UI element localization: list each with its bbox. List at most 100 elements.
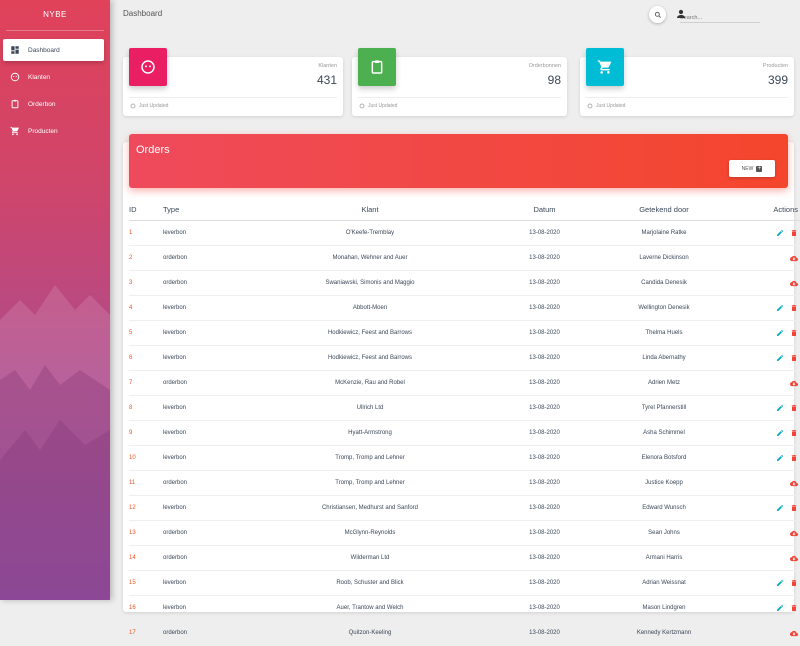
table-row[interactable]: 5 leverbon Hodkiewicz, Feest and Barrows 13…: [129, 320, 800, 346]
cell-id: 16: [129, 595, 162, 621]
download-icon[interactable]: [790, 379, 798, 387]
cell-klant: Christiansen, Medhurst and Sanford: [234, 495, 506, 521]
cell-datum: 13-08-2020: [506, 570, 583, 596]
stat-value: 98: [547, 73, 561, 87]
cell-actions: [745, 595, 800, 621]
delete-icon[interactable]: [790, 329, 798, 337]
delete-icon[interactable]: [790, 579, 798, 587]
delete-icon[interactable]: [790, 429, 798, 437]
table-row[interactable]: 6 leverbon Hodkiewicz, Feest and Barrows 13…: [129, 345, 800, 371]
cell-klant: McKenzie, Rau and Robel: [234, 370, 506, 396]
search-button[interactable]: [649, 6, 666, 23]
table-row[interactable]: 15 leverbon Roob, Schuster and Blick 13-08-…: [129, 570, 800, 596]
actions-group: [746, 454, 798, 462]
column-header-klant[interactable]: Klant: [234, 199, 506, 221]
cell-klant: Hyatt-Armstrong: [234, 420, 506, 446]
cell-actions: [745, 220, 800, 246]
cell-datum: 13-08-2020: [506, 370, 583, 396]
delete-icon[interactable]: [790, 454, 798, 462]
cell-getekend-door: Wellington Denesik: [583, 295, 745, 321]
table-row[interactable]: 8 leverbon Ullrich Ltd 13-08-2020 Tyrel Pfan…: [129, 395, 800, 421]
cell-klant: Auer, Trantow and Welch: [234, 595, 506, 621]
actions-group: [746, 279, 798, 287]
edit-icon[interactable]: [776, 504, 784, 512]
download-icon[interactable]: [790, 254, 798, 262]
table-row[interactable]: 11 orderbon Tromp, Tromp and Lehner 13-08-2…: [129, 470, 800, 496]
edit-icon[interactable]: [776, 229, 784, 237]
table-row[interactable]: 13 orderbon McGlynn-Reynolds 13-08-2020 Sean…: [129, 520, 800, 546]
cell-type: orderbon: [162, 270, 234, 296]
table-row[interactable]: 12 leverbon Christiansen, Medhurst and San…: [129, 495, 800, 521]
cell-datum: 13-08-2020: [506, 520, 583, 546]
table-row[interactable]: 4 leverbon Abbott-Moen 13-08-2020 Wellington…: [129, 295, 800, 321]
download-icon[interactable]: [790, 279, 798, 287]
table-row[interactable]: 17 orderbon Quitzon-Keeling 13-08-2020 Kenne…: [129, 620, 800, 646]
table-row[interactable]: 7 orderbon McKenzie, Rau and Robel 13-08-20…: [129, 370, 800, 396]
edit-icon[interactable]: [776, 429, 784, 437]
download-icon[interactable]: [790, 479, 798, 487]
download-icon[interactable]: [790, 629, 798, 637]
column-header-actions: Actions: [745, 199, 800, 221]
table-row[interactable]: 16 leverbon Auer, Trantow and Welch 13-08-2…: [129, 595, 800, 621]
cell-klant: Ullrich Ltd: [234, 395, 506, 421]
table-row[interactable]: 2 orderbon Monahan, Wehner and Auer 13-08-2…: [129, 245, 800, 271]
delete-icon[interactable]: [790, 504, 798, 512]
table-row[interactable]: 10 leverbon Tromp, Tromp and Lehner 13-08-2…: [129, 445, 800, 471]
edit-icon[interactable]: [776, 304, 784, 312]
cell-getekend-door: Laverne Dickinson: [583, 245, 745, 271]
cell-type: orderbon: [162, 545, 234, 571]
search-field[interactable]: [680, 6, 760, 23]
edit-icon[interactable]: [776, 404, 784, 412]
download-icon[interactable]: [790, 529, 798, 537]
cell-getekend-door: Linda Abernathy: [583, 345, 745, 371]
table-row[interactable]: 14 orderbon Wilderman Ltd 13-08-2020 Armani …: [129, 545, 800, 571]
cell-id: 9: [129, 420, 162, 446]
column-header-type[interactable]: Type: [162, 199, 234, 221]
column-header-datum[interactable]: Datum: [506, 199, 583, 221]
cell-klant: O'Keefe-Tremblay: [234, 220, 506, 246]
sidebar-item-klanten[interactable]: Klanten: [3, 66, 104, 88]
edit-icon[interactable]: [776, 604, 784, 612]
user-icon[interactable]: [675, 8, 687, 20]
delete-icon[interactable]: [790, 229, 798, 237]
cell-type: leverbon: [162, 445, 234, 471]
new-button-label: NEW: [741, 165, 754, 172]
cell-id: 11: [129, 470, 162, 496]
column-header-id[interactable]: ID: [129, 199, 162, 221]
table-row[interactable]: 9 leverbon Hyatt-Armstrong 13-08-2020 Asha S…: [129, 420, 800, 446]
table-row[interactable]: 3 orderbon Swaniawski, Simonis and Maggio 1…: [129, 270, 800, 296]
column-header-getekend-door[interactable]: Getekend door: [583, 199, 745, 221]
stat-footer: Just Updated: [587, 103, 625, 109]
cell-klant: Tromp, Tromp and Lehner: [234, 470, 506, 496]
sidebar-item-label: Producten: [28, 127, 58, 135]
edit-icon[interactable]: [776, 354, 784, 362]
new-order-button[interactable]: NEW +: [729, 160, 775, 177]
delete-icon[interactable]: [790, 604, 798, 612]
delete-icon[interactable]: [790, 304, 798, 312]
brand-logo[interactable]: NYBE: [6, 0, 104, 31]
edit-icon[interactable]: [776, 579, 784, 587]
table-row[interactable]: 1 leverbon O'Keefe-Tremblay 13-08-2020 Marjo…: [129, 220, 800, 246]
sidebar-item-dashboard[interactable]: Dashboard: [3, 39, 104, 61]
cell-id: 2: [129, 245, 162, 271]
edit-icon[interactable]: [776, 329, 784, 337]
cell-actions: [745, 445, 800, 471]
search-input[interactable]: [680, 11, 758, 21]
cell-id: 6: [129, 345, 162, 371]
cell-id: 12: [129, 495, 162, 521]
cell-type: leverbon: [162, 220, 234, 246]
actions-group: [746, 429, 798, 437]
sidebar-item-label: Orderbon: [28, 100, 56, 108]
sidebar-item-orderbon[interactable]: Orderbon: [3, 93, 104, 115]
download-icon[interactable]: [790, 554, 798, 562]
stat-value: 399: [767, 73, 788, 87]
edit-icon[interactable]: [776, 454, 784, 462]
delete-icon[interactable]: [790, 354, 798, 362]
stat-label: Producten: [762, 63, 788, 69]
cell-klant: Swaniawski, Simonis and Maggio: [234, 270, 506, 296]
sidebar: NYBE Dashboard Klanten Orderbon Producte…: [0, 0, 110, 600]
sidebar-item-producten[interactable]: Producten: [3, 120, 104, 142]
cell-getekend-door: Elenora Botsford: [583, 445, 745, 471]
cell-type: leverbon: [162, 320, 234, 346]
delete-icon[interactable]: [790, 404, 798, 412]
